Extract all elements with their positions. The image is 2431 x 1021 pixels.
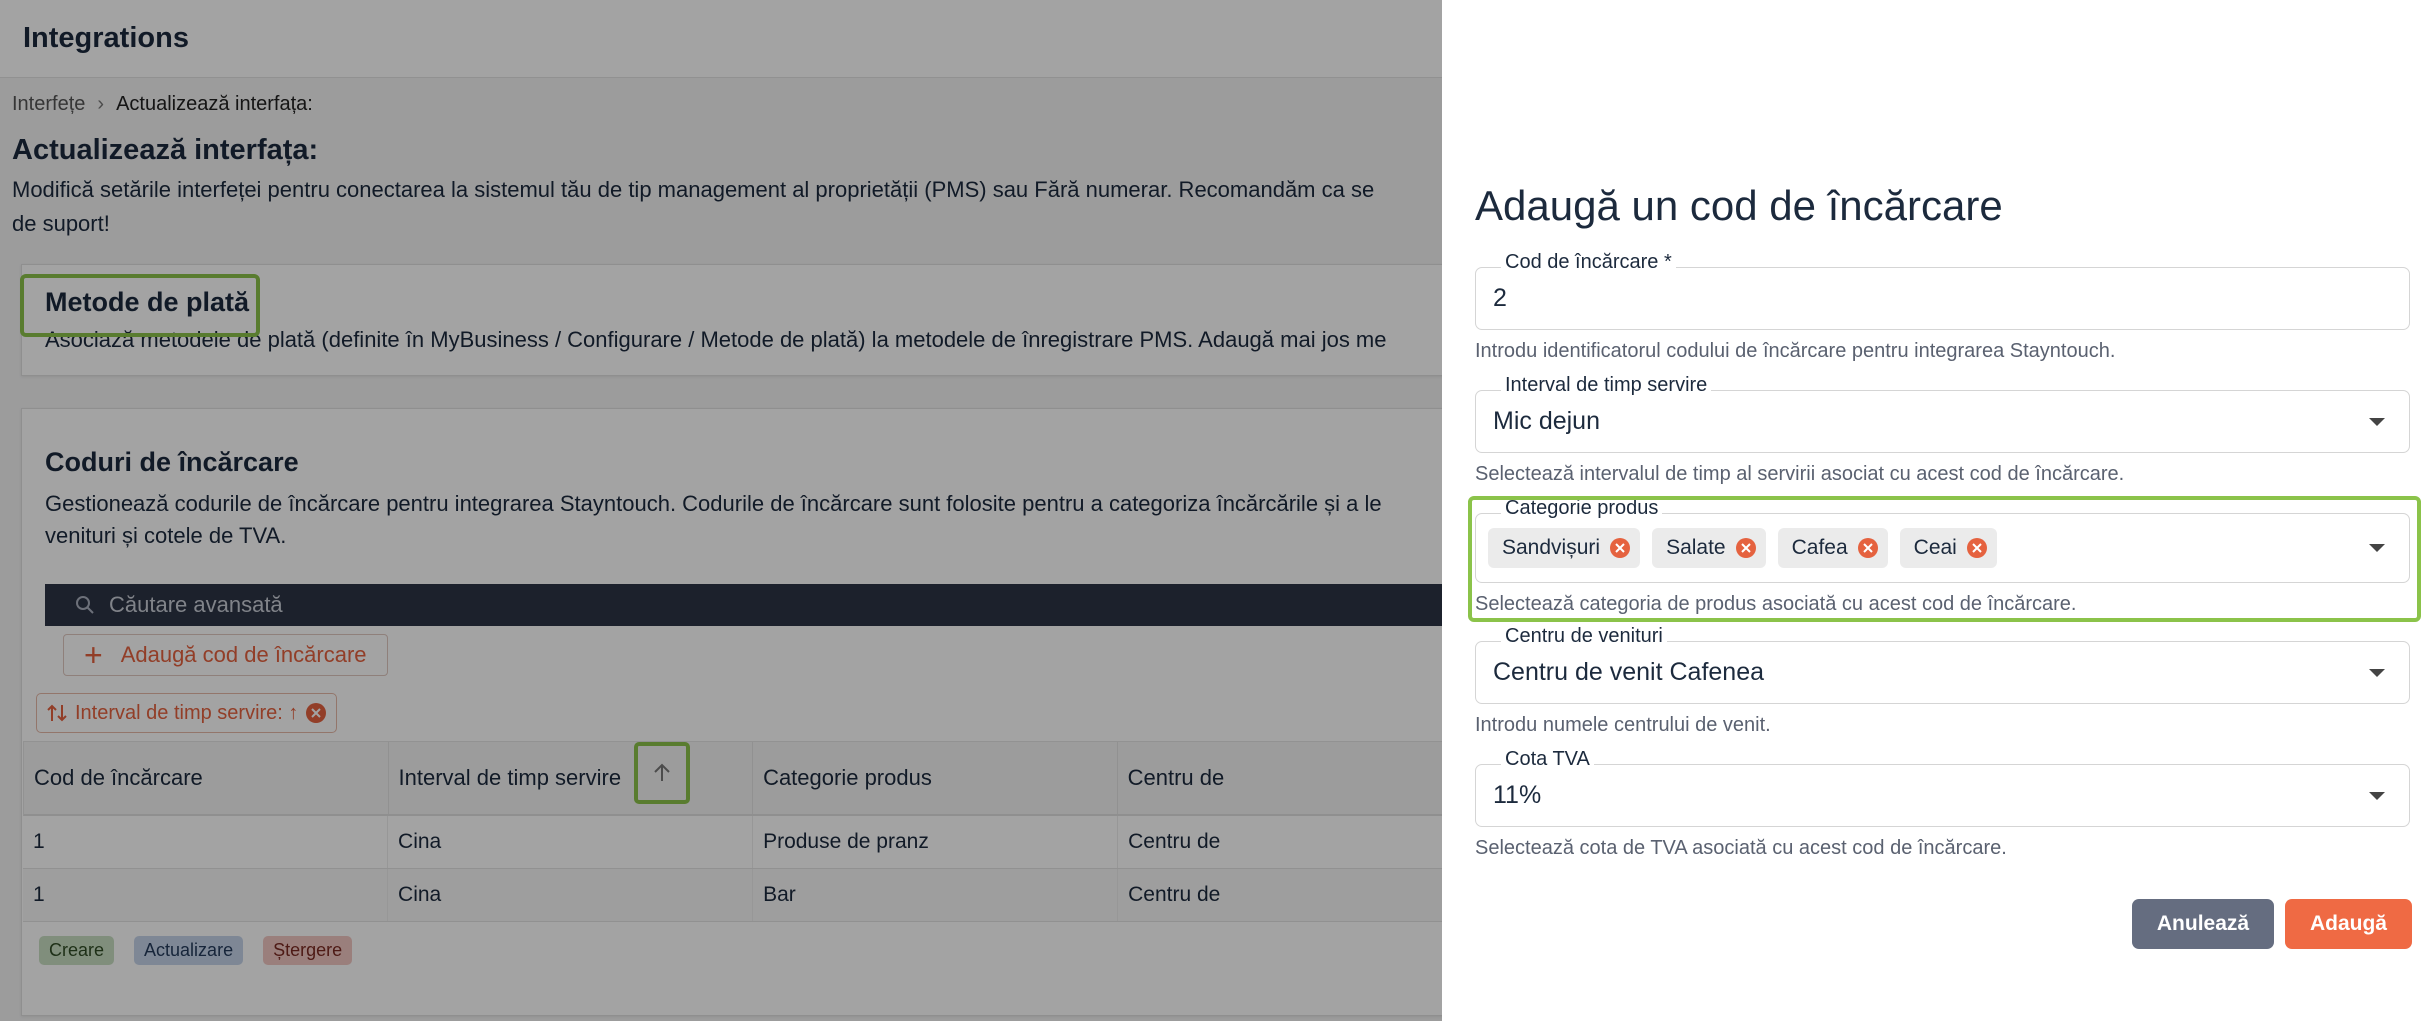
charge-code-label: Cod de încărcare * — [1501, 251, 1676, 273]
charge-code-field: Cod de încărcare * 2 Introdu identificat… — [1475, 251, 2410, 363]
add-button[interactable]: Adaugă — [2285, 899, 2412, 949]
charge-code-helper: Introdu identificatorul codului de încăr… — [1475, 340, 2116, 362]
charge-code-value: 2 — [1493, 284, 1507, 312]
product-category-highlight — [1468, 496, 2421, 622]
service-interval-label: Interval de timp servire — [1501, 374, 1712, 396]
drawer-title: Adaugă un cod de încărcare — [1475, 182, 2003, 229]
vat-rate-value: 11% — [1493, 781, 1542, 809]
revenue-center-select[interactable]: Centru de venituri Centru de venit Cafen… — [1475, 625, 2410, 704]
service-interval-select[interactable]: Interval de timp servire Mic dejun — [1475, 374, 2410, 453]
chevron-down-icon[interactable] — [2369, 791, 2385, 800]
cancel-button[interactable]: Anulează — [2132, 899, 2274, 949]
revenue-center-helper: Introdu numele centrului de venit. — [1475, 714, 1771, 736]
chevron-down-icon[interactable] — [2369, 417, 2385, 426]
revenue-center-value: Centru de venit Cafenea — [1493, 658, 1765, 686]
service-interval-field: Interval de timp servire Mic dejun Selec… — [1475, 374, 2410, 486]
vat-rate-helper: Selectează cota de TVA asociată cu acest… — [1475, 837, 2007, 859]
chevron-down-icon[interactable] — [2369, 668, 2385, 677]
vat-rate-field: Cota TVA 11% Selectează cota de TVA asoc… — [1475, 748, 2410, 860]
service-interval-helper: Selectează intervalul de timp al serviri… — [1475, 463, 2125, 485]
revenue-center-field: Centru de venituri Centru de venit Cafen… — [1475, 625, 2410, 737]
charge-code-input[interactable]: Cod de încărcare * 2 — [1475, 251, 2410, 330]
integrations-page: Integrations Interfețe › Actualizează in… — [0, 0, 1442, 1021]
revenue-center-label: Centru de venituri — [1501, 625, 1667, 647]
vat-rate-label: Cota TVA — [1501, 748, 1594, 770]
vat-rate-select[interactable]: Cota TVA 11% — [1475, 748, 2410, 827]
service-interval-value: Mic dejun — [1493, 407, 1600, 435]
modal-backdrop[interactable] — [0, 0, 1442, 1021]
